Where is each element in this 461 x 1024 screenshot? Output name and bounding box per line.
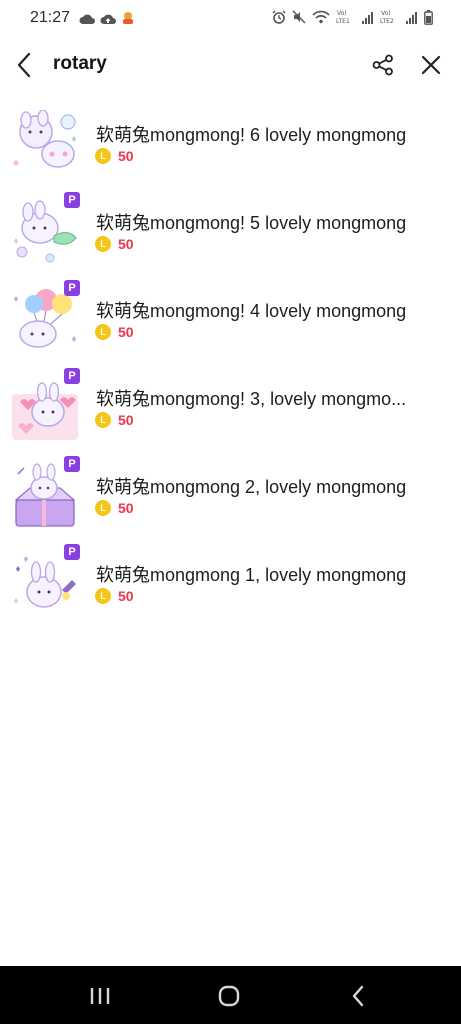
price: 50 xyxy=(118,324,134,340)
sticker-thumbnail xyxy=(13,110,76,168)
status-time: 21:27 xyxy=(30,9,71,26)
battery-icon xyxy=(424,9,433,30)
status-left-icons xyxy=(79,11,135,30)
svg-text:LTE2: LTE2 xyxy=(380,18,394,25)
premium-badge: P xyxy=(64,456,80,472)
chevron-left-icon xyxy=(17,52,31,78)
close-button[interactable] xyxy=(417,51,445,79)
price: 50 xyxy=(118,148,134,164)
price: 50 xyxy=(118,236,134,252)
coin-icon: L xyxy=(95,236,111,252)
sticker-thumbnail xyxy=(14,463,76,527)
sticker-title: 软萌兔mongmong! 3, lovely mongmo... xyxy=(96,389,407,409)
sticker-list-item[interactable]: P 软萌兔mongmong 1, lovely mongmong L 50 xyxy=(0,544,461,632)
svg-text:Vo): Vo) xyxy=(337,10,347,17)
app-header: rotary xyxy=(0,40,461,90)
recent-apps-button[interactable] xyxy=(85,981,115,1011)
volte-lte2-icon: Vo) LTE2 xyxy=(380,9,400,30)
price-row: L 50 xyxy=(95,236,134,252)
nav-back-icon xyxy=(352,985,364,1007)
coin-icon: L xyxy=(95,148,111,164)
sticker-list-item[interactable]: P 软萌兔mongmong 2, lovely mongmong L 50 xyxy=(0,456,461,544)
sticker-thumbnail xyxy=(12,382,78,440)
home-button[interactable] xyxy=(214,981,244,1011)
price: 50 xyxy=(118,588,134,604)
coin-icon: L xyxy=(95,412,111,428)
premium-badge: P xyxy=(64,368,80,384)
price-row: L 50 xyxy=(95,148,134,164)
sticker-list-item[interactable]: 软萌兔mongmong! 6 lovely mongmong L 50 xyxy=(0,104,461,192)
home-icon xyxy=(218,985,240,1007)
share-button[interactable] xyxy=(369,51,397,79)
coin-icon: L xyxy=(95,500,111,516)
price-row: L 50 xyxy=(95,500,134,516)
sticker-thumbnail xyxy=(14,556,76,608)
premium-badge: P xyxy=(64,544,80,560)
close-icon xyxy=(421,55,441,75)
sticker-list-item[interactable]: P 软萌兔mongmong! 5 lovely mongmong L 50 xyxy=(0,192,461,280)
sticker-list-item[interactable]: P 软萌兔mongmong! 4 lovely mongmong L 50 xyxy=(0,280,461,368)
premium-badge: P xyxy=(64,280,80,296)
sticker-title: 软萌兔mongmong! 6 lovely mongmong xyxy=(96,125,407,145)
page-title: rotary xyxy=(53,53,107,74)
wifi-icon xyxy=(312,10,330,29)
svg-text:LTE1: LTE1 xyxy=(336,18,350,25)
screen: 21:27 Vo) LTE1 Vo) LTE2 rotary 软萌兔mongmo… xyxy=(0,0,461,1024)
back-button[interactable] xyxy=(10,50,38,80)
sticker-title: 软萌兔mongmong! 4 lovely mongmong xyxy=(96,301,407,321)
alarm-icon xyxy=(272,10,286,29)
sticker-title: 软萌兔mongmong 2, lovely mongmong xyxy=(96,477,407,497)
sticker-title: 软萌兔mongmong 1, lovely mongmong xyxy=(96,565,407,585)
price: 50 xyxy=(118,412,134,428)
nav-back-button[interactable] xyxy=(343,981,373,1011)
price-row: L 50 xyxy=(95,412,134,428)
sticker-thumbnail xyxy=(14,200,77,263)
price-row: L 50 xyxy=(95,324,134,340)
price-row: L 50 xyxy=(95,588,134,604)
price: 50 xyxy=(118,500,134,516)
sticker-list: 软萌兔mongmong! 6 lovely mongmong L 50 P 软萌… xyxy=(0,104,461,632)
recent-apps-icon xyxy=(90,988,110,1004)
system-nav-bar xyxy=(0,966,461,1024)
cloud-icon xyxy=(79,12,95,30)
coin-icon: L xyxy=(95,324,111,340)
status-right-icons: Vo) LTE1 Vo) LTE2 xyxy=(272,9,433,30)
status-bar: 21:27 Vo) LTE1 Vo) LTE2 xyxy=(0,0,461,36)
signal-icon xyxy=(362,11,374,29)
premium-badge: P xyxy=(64,192,80,208)
signal-icon xyxy=(406,11,418,29)
sticker-title: 软萌兔mongmong! 5 lovely mongmong xyxy=(96,213,407,233)
sticker-list-item[interactable]: P 软萌兔mongmong! 3, lovely mongmo... L 50 xyxy=(0,368,461,456)
sticker-thumbnail xyxy=(14,289,76,348)
svg-text:Vo): Vo) xyxy=(381,10,391,17)
cloud-upload-icon xyxy=(100,12,116,30)
share-icon xyxy=(372,54,393,76)
volte-lte1-icon: Vo) LTE1 xyxy=(336,9,356,30)
coin-icon: L xyxy=(95,588,111,604)
mute-icon xyxy=(292,10,306,29)
app-notification-icon xyxy=(121,11,135,30)
